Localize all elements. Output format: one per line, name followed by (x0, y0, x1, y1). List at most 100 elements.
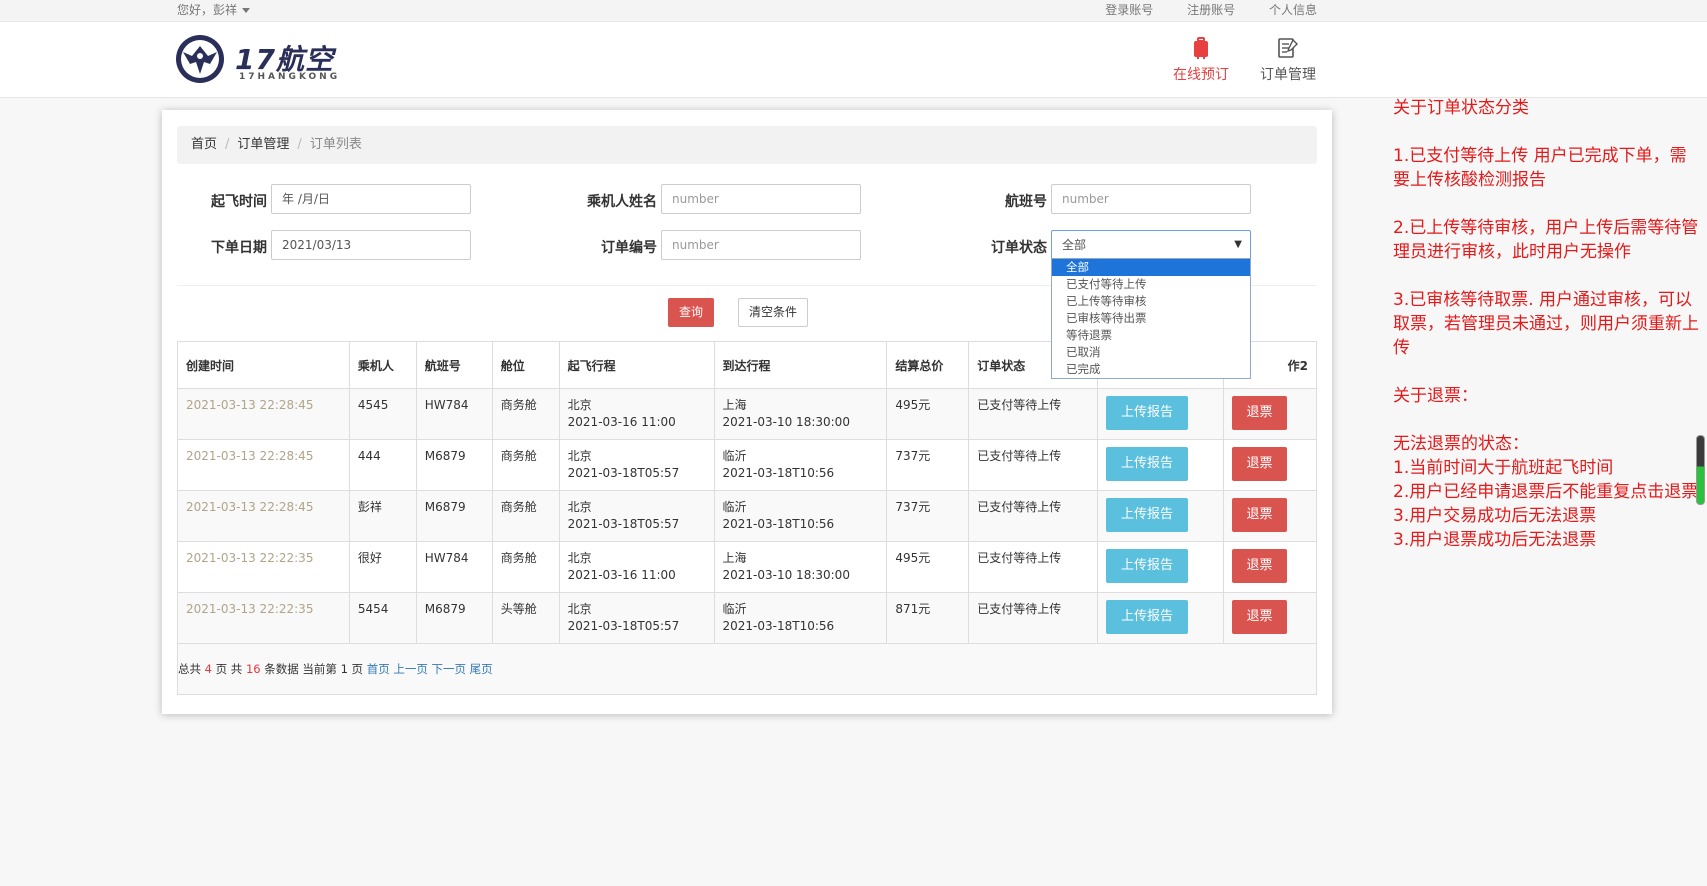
refund-button[interactable]: 退票 (1231, 549, 1287, 583)
scrollbar-thumb[interactable] (1696, 435, 1705, 505)
upload-report-button[interactable]: 上传报告 (1106, 600, 1189, 634)
price-cell: 737元 (886, 439, 970, 491)
passenger-cell: 444 (348, 439, 417, 491)
login-link[interactable]: 登录账号 (1105, 3, 1153, 17)
greeting-text: 您好，彭祥 (177, 3, 238, 17)
table-row: 2021-03-13 22:28:45 444 M6879 商务舱 北京 2021… (177, 439, 1318, 491)
refund-cell: 退票 (1222, 541, 1318, 593)
price-cell: 737元 (886, 490, 970, 542)
upload-report-button[interactable]: 上传报告 (1106, 447, 1189, 481)
upload-report-button[interactable]: 上传报告 (1106, 549, 1189, 583)
orders-table: 创建时间 乘机人 航班号 舱位 起飞行程 到达行程 结算总价 订单状态 操作1 … (177, 341, 1318, 695)
order-status-value: 全部 (1062, 238, 1087, 252)
upload-cell: 上传报告 (1097, 592, 1224, 644)
price-cell: 871元 (886, 592, 970, 644)
refund-cell: 退票 (1222, 388, 1318, 440)
flight-number-input[interactable]: number (1051, 184, 1251, 214)
next-page-link[interactable]: 下一页 (432, 662, 467, 676)
refund-cell: 退票 (1222, 490, 1318, 542)
top-bar: 您好，彭祥 登录账号 注册账号 个人信息 (0, 0, 1707, 22)
flight-cell: M6879 (415, 490, 493, 542)
note-line: 2.用户已经申请退票后不能重复点击退票 (1393, 482, 1699, 502)
status-option[interactable]: 已完成 (1052, 361, 1250, 378)
cabin-cell: 商务舱 (491, 439, 560, 491)
nav-order-management-label: 订单管理 (1260, 67, 1316, 83)
register-link[interactable]: 注册账号 (1187, 3, 1235, 17)
current-page: 1 (340, 661, 348, 676)
note-line: 3.用户退票成功后无法退票 (1393, 530, 1597, 550)
column-header: 舱位 (491, 341, 560, 389)
cabin-cell: 商务舱 (491, 541, 560, 593)
upload-cell: 上传报告 (1097, 541, 1224, 593)
upload-report-button[interactable]: 上传报告 (1106, 396, 1189, 430)
site-logo[interactable]: 17航空 17HANGKONG (173, 34, 373, 84)
created-time-cell: 2021-03-13 22:28:45 (177, 490, 350, 542)
nav-order-management[interactable]: 订单管理 (1260, 36, 1316, 84)
upload-cell: 上传报告 (1097, 439, 1224, 491)
departure-cell: 北京 2021-03-18T05:57 (558, 592, 715, 644)
passenger-cell: 4545 (348, 388, 417, 440)
profile-link[interactable]: 个人信息 (1269, 3, 1317, 17)
refund-button[interactable]: 退票 (1231, 447, 1287, 481)
note-line: 1.当前时间大于航班起飞时间 (1393, 458, 1614, 478)
note-line: 无法退票的状态： (1393, 434, 1529, 454)
site-header: 17航空 17HANGKONG 在线预订 订单管理 (0, 22, 1707, 98)
arrival-cell: 临沂 2021-03-18T10:56 (713, 490, 888, 542)
column-header: 到达行程 (713, 341, 888, 389)
last-page-link[interactable]: 尾页 (470, 662, 493, 676)
upload-report-button[interactable]: 上传报告 (1106, 498, 1189, 532)
upload-cell: 上传报告 (1097, 490, 1224, 542)
status-option[interactable]: 已支付等待上传 (1052, 276, 1250, 293)
pager-text: 条数据 当前第 (264, 661, 337, 676)
status-option[interactable]: 已上传等待审核 (1052, 293, 1250, 310)
status-option[interactable]: 全部 (1052, 259, 1250, 276)
price-cell: 495元 (886, 541, 970, 593)
cabin-cell: 商务舱 (491, 490, 560, 542)
refund-button[interactable]: 退票 (1231, 498, 1287, 532)
status-option[interactable]: 已取消 (1052, 344, 1250, 361)
order-list-panel: 首页 / 订单管理 / 订单列表 起飞时间 年 /月/日 乘机人姓名 number 航班… (162, 110, 1332, 714)
refund-button[interactable]: 退票 (1231, 600, 1287, 634)
note-line: 1.已支付等待上传 用户已完成下单，需要上传核酸检测报告 (1393, 146, 1687, 190)
table-row: 2021-03-13 22:22:35 5454 M6879 头等舱 北京 202… (177, 592, 1318, 644)
breadcrumb-order-management[interactable]: 订单管理 (237, 137, 289, 152)
passenger-name-input[interactable]: number (661, 184, 861, 214)
flight-cell: HW784 (415, 541, 493, 593)
nav-online-booking[interactable]: 在线预订 (1173, 36, 1229, 84)
order-number-input[interactable]: number (661, 230, 861, 260)
eagle-logo-icon (176, 35, 224, 83)
user-greeting-dropdown[interactable]: 您好，彭祥 (177, 1, 251, 18)
refund-cell: 退票 (1222, 592, 1318, 644)
pager-text: 页 共 (215, 661, 243, 676)
column-header: 乘机人 (348, 341, 417, 389)
arrival-cell: 临沂 2021-03-18T10:56 (713, 439, 888, 491)
order-status-dropdown: 全部 已支付等待上传 已上传等待审核 已审核等待出票 等待退票 已取消 已完成 (1051, 258, 1251, 379)
pager-text: 页 (351, 661, 364, 676)
breadcrumb-home[interactable]: 首页 (191, 137, 217, 152)
query-button[interactable]: 查询 (668, 298, 714, 327)
note-line: 3.用户交易成功后无法退票 (1393, 506, 1597, 526)
total-items: 16 (245, 661, 261, 676)
status-option[interactable]: 已审核等待出票 (1052, 310, 1250, 327)
prev-page-link[interactable]: 上一页 (393, 662, 428, 676)
status-notes: 关于订单状态分类 1.已支付等待上传 用户已完成下单，需要上传核酸检测报告 2.… (1393, 96, 1703, 552)
column-header: 航班号 (415, 341, 493, 389)
triangle-down-icon: ▼ (1234, 239, 1242, 250)
clear-filters-button[interactable]: 清空条件 (738, 298, 808, 327)
order-status-label: 订单状态 (991, 240, 1047, 256)
created-time-cell: 2021-03-13 22:28:45 (177, 439, 350, 491)
column-header: 起飞行程 (558, 341, 715, 389)
departure-cell: 北京 2021-03-16 11:00 (558, 388, 715, 440)
status-option[interactable]: 等待退票 (1052, 327, 1250, 344)
departure-cell: 北京 2021-03-18T05:57 (558, 490, 715, 542)
refund-button[interactable]: 退票 (1231, 396, 1287, 430)
first-page-link[interactable]: 首页 (367, 662, 390, 676)
depart-time-label: 起飞时间 (211, 194, 267, 210)
note-line: 3.已审核等待取票. 用户通过审核，可以取票，若管理员未通过，则用户须重新上传 (1393, 290, 1699, 358)
note-line: 关于订单状态分类 (1393, 98, 1529, 118)
order-date-input[interactable]: 2021/03/13 (271, 230, 471, 260)
nav-online-booking-label: 在线预订 (1173, 67, 1229, 83)
depart-time-input[interactable]: 年 /月/日 (271, 184, 471, 214)
flight-cell: M6879 (415, 592, 493, 644)
order-status-select[interactable]: 全部 ▼ (1051, 230, 1251, 260)
